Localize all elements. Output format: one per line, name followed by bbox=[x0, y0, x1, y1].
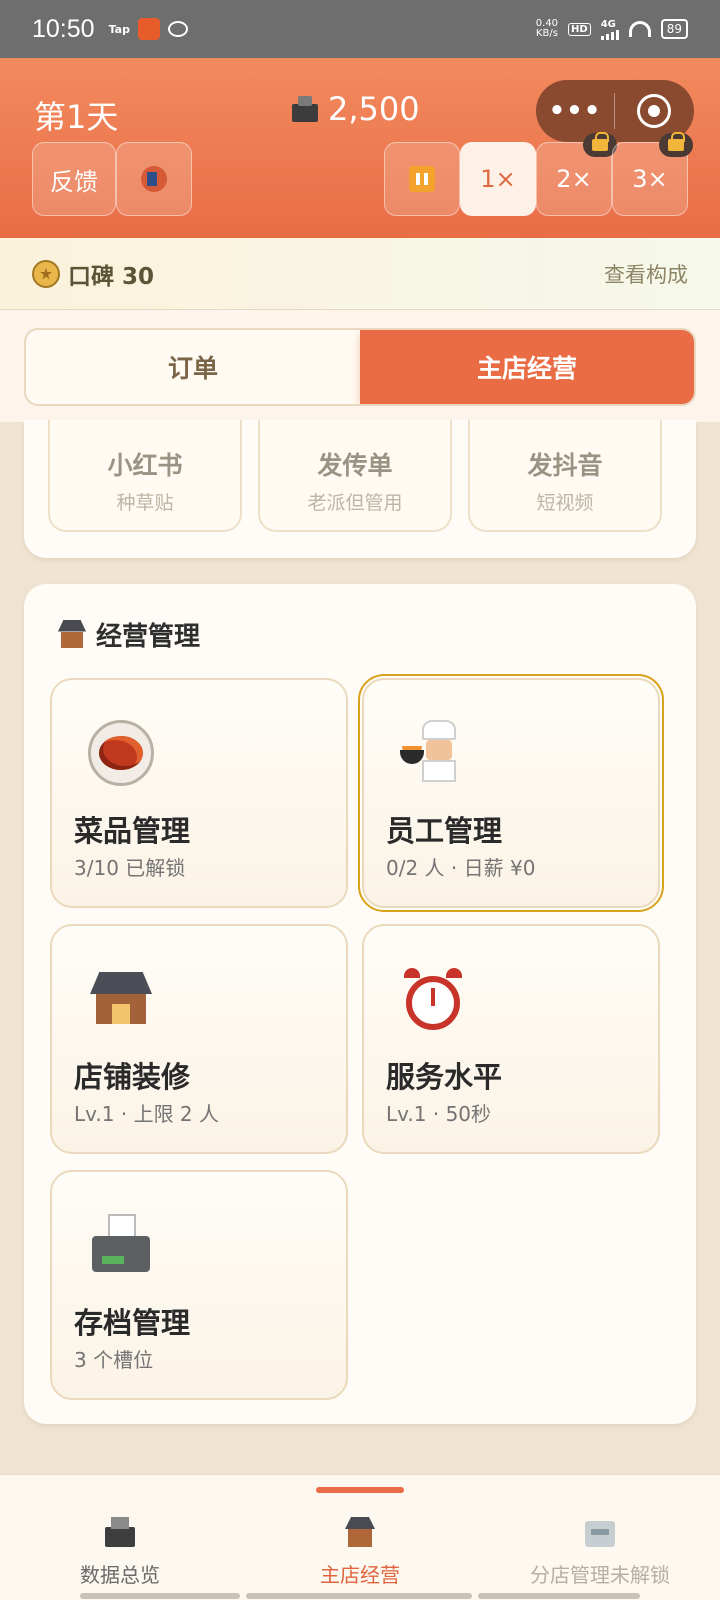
tile-subtitle: Lv.1 · 上限 2 人 bbox=[74, 1102, 220, 1126]
tile-title: 菜品管理 bbox=[74, 814, 191, 848]
day-counter: 第1天 bbox=[34, 98, 119, 136]
speed-2x-button[interactable]: 2× bbox=[536, 132, 617, 216]
section-title: 经营管理 bbox=[56, 616, 200, 653]
taptap-icon: Tap bbox=[108, 22, 130, 36]
chef-icon bbox=[400, 720, 466, 786]
nav-data-overview[interactable]: 数据总览 bbox=[0, 1515, 240, 1588]
money-amount: 2,500 bbox=[328, 90, 420, 128]
tile-title: 员工管理 bbox=[386, 814, 503, 848]
promo-xiaohongshu-button[interactable]: 小红书 种草贴 bbox=[48, 420, 242, 532]
active-tab-indicator bbox=[316, 1487, 404, 1493]
speed-2x-label: 2× bbox=[556, 165, 592, 193]
game-header: 第1天 2,500 ••• 反馈 1× 2× 3× bbox=[0, 58, 720, 238]
nav-label: 数据总览 bbox=[80, 1563, 160, 1587]
management-card: 经营管理 菜品管理 3/10 已解锁 员工管理 0/2 人 · 日薪 ¥0 店铺… bbox=[24, 584, 696, 1424]
nav-branch-management[interactable]: 分店管理未解锁 bbox=[480, 1515, 720, 1588]
tile-subtitle: 3 个槽位 bbox=[74, 1348, 154, 1372]
net-speed: 0.40 KB/s bbox=[535, 18, 559, 39]
speed-3x-button[interactable]: 3× bbox=[612, 132, 693, 216]
app-icon bbox=[137, 18, 160, 40]
segment-tabs: 订单 主店经营 bbox=[24, 328, 696, 406]
reputation-score: 口碑 30 bbox=[68, 263, 155, 290]
alarm-clock-icon bbox=[400, 966, 466, 1032]
tile-subtitle: 0/2 人 · 日薪 ¥0 bbox=[386, 856, 536, 880]
promo-flyers-button[interactable]: 发传单 老派但管用 bbox=[258, 420, 452, 532]
status-bar: 10:50 Tap 0.40 KB/s HD 4G 89 bbox=[0, 0, 720, 58]
promotion-card: 小红书 种草贴 发传单 老派但管用 发抖音 短视频 bbox=[24, 420, 696, 558]
status-system-icons: 0.40 KB/s HD 4G 89 bbox=[536, 19, 688, 40]
gesture-bar-segment bbox=[478, 1593, 640, 1599]
tile-title: 存档管理 bbox=[74, 1306, 191, 1340]
feedback-button[interactable]: 反馈 bbox=[32, 142, 116, 216]
speed-1x-button[interactable]: 1× bbox=[460, 142, 536, 216]
status-time: 10:50 bbox=[32, 14, 95, 43]
save-management-tile[interactable]: 存档管理 3 个槽位 bbox=[50, 1170, 348, 1400]
target-icon bbox=[637, 94, 671, 128]
tile-title: 店铺装修 bbox=[74, 1060, 191, 1094]
dish-icon bbox=[88, 720, 154, 786]
promo-title: 发抖音 bbox=[527, 450, 603, 480]
tile-title: 服务水平 bbox=[386, 1060, 503, 1094]
cash-register-icon bbox=[290, 94, 320, 124]
shop-icon bbox=[343, 1515, 377, 1549]
signal-icon: 4G bbox=[600, 19, 619, 40]
dish-management-tile[interactable]: 菜品管理 3/10 已解锁 bbox=[50, 678, 348, 908]
lock-icon bbox=[659, 132, 693, 157]
money-display: 2,500 bbox=[290, 90, 420, 128]
nav-label: 主店经营 bbox=[320, 1563, 400, 1587]
reputation-bar: 口碑 30 查看构成 bbox=[0, 238, 720, 310]
nav-main-store[interactable]: 主店经营 bbox=[240, 1515, 480, 1588]
store-decoration-tile[interactable]: 店铺装修 Lv.1 · 上限 2 人 bbox=[50, 924, 348, 1154]
status-notification-icons: Tap bbox=[109, 18, 188, 40]
nav-label: 分店管理未解锁 bbox=[530, 1563, 670, 1587]
bottom-navigation: 数据总览 主店经营 分店管理未解锁 bbox=[0, 1474, 720, 1600]
shop-icon bbox=[88, 966, 154, 1032]
promo-title: 小红书 bbox=[107, 450, 183, 480]
printer-icon bbox=[88, 1212, 154, 1278]
mute-button[interactable] bbox=[116, 142, 192, 216]
gesture-bar-segment bbox=[80, 1593, 240, 1599]
wechat-icon bbox=[167, 21, 188, 37]
promo-subtitle: 短视频 bbox=[536, 491, 594, 514]
wifi-icon bbox=[628, 21, 651, 37]
hd-icon: HD bbox=[568, 22, 591, 36]
tabs-container: 订单 主店经营 bbox=[0, 310, 720, 422]
management-title: 经营管理 bbox=[96, 622, 201, 652]
tile-subtitle: Lv.1 · 50秒 bbox=[386, 1102, 492, 1126]
service-level-tile[interactable]: 服务水平 Lv.1 · 50秒 bbox=[362, 924, 660, 1154]
shop-icon bbox=[56, 620, 88, 650]
pause-button[interactable] bbox=[384, 142, 460, 216]
speaker-muted-icon bbox=[141, 166, 167, 192]
cash-register-icon bbox=[103, 1515, 137, 1549]
promo-douyin-button[interactable]: 发抖音 短视频 bbox=[468, 420, 662, 532]
pause-icon bbox=[409, 166, 435, 192]
more-menu-button[interactable]: ••• bbox=[536, 96, 614, 126]
close-miniprogram-button[interactable] bbox=[615, 94, 693, 128]
star-coin-icon bbox=[32, 259, 60, 288]
battery-icon: 89 bbox=[660, 19, 688, 39]
speed-3x-label: 3× bbox=[632, 165, 668, 193]
tile-subtitle: 3/10 已解锁 bbox=[74, 856, 186, 880]
tab-main-store[interactable]: 主店经营 bbox=[360, 330, 694, 404]
tab-orders[interactable]: 订单 bbox=[26, 330, 360, 404]
promo-subtitle: 种草贴 bbox=[116, 491, 174, 514]
view-breakdown-link[interactable]: 查看构成 bbox=[604, 259, 688, 289]
promo-subtitle: 老派但管用 bbox=[307, 491, 403, 514]
staff-management-tile[interactable]: 员工管理 0/2 人 · 日薪 ¥0 bbox=[358, 674, 664, 912]
gesture-bar-segment bbox=[246, 1593, 472, 1599]
promo-title: 发传单 bbox=[317, 450, 393, 480]
branch-building-icon bbox=[583, 1515, 617, 1549]
